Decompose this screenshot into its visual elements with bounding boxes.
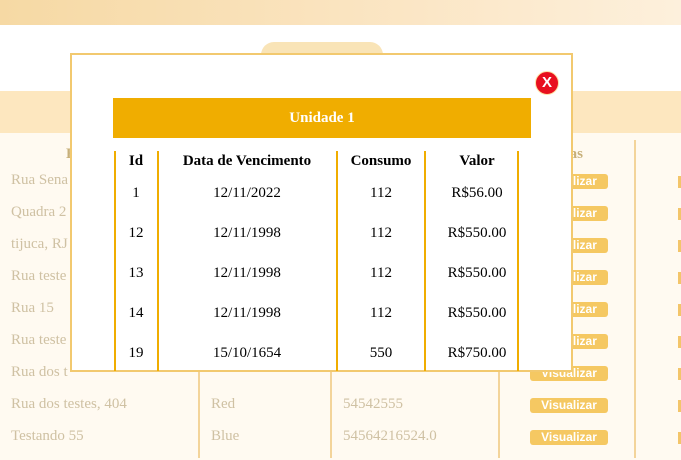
cell-value: R$750.00 [447, 345, 507, 361]
cell-due-date: 12/11/1998 [213, 265, 281, 281]
cell-consumption: 112 [370, 225, 392, 241]
close-button[interactable]: X [535, 71, 559, 95]
cell-id: 13 [128, 265, 144, 281]
cell-id: 12 [128, 225, 144, 241]
cell-value: R$550.00 [447, 305, 507, 321]
modal-title: Unidade 1 [113, 98, 531, 138]
col-header-value: Valor [459, 153, 495, 169]
cell-due-date: 15/10/1654 [212, 345, 282, 361]
cell-consumption: 112 [370, 185, 392, 201]
table-divider [336, 151, 338, 371]
col-header-id: Id [128, 153, 144, 169]
modal-overlay: X Unidade 1 Id Data de Vencimento Consum… [0, 0, 681, 458]
cell-due-date: 12/11/1998 [213, 305, 281, 321]
table-divider [517, 151, 519, 371]
cell-consumption: 550 [369, 345, 393, 361]
invoice-modal: X Unidade 1 Id Data de Vencimento Consum… [70, 53, 573, 372]
cell-consumption: 112 [370, 305, 392, 321]
cell-value: R$56.00 [451, 185, 503, 201]
cell-id: 14 [128, 305, 144, 321]
col-header-due-date: Data de Vencimento [182, 153, 312, 169]
cell-due-date: 12/11/2022 [213, 185, 281, 201]
col-header-consumption: Consumo [350, 153, 412, 169]
cell-consumption: 112 [370, 265, 392, 281]
cell-value: R$550.00 [447, 225, 507, 241]
table-divider [157, 151, 159, 371]
cell-due-date: 12/11/1998 [213, 225, 281, 241]
table-divider [114, 151, 116, 371]
cell-id: 19 [128, 345, 144, 361]
invoice-table: Id Data de Vencimento Consumo Valor 1 12/… [113, 149, 531, 373]
cell-value: R$550.00 [447, 265, 507, 281]
cell-id: 1 [132, 185, 140, 201]
table-divider [424, 151, 426, 371]
